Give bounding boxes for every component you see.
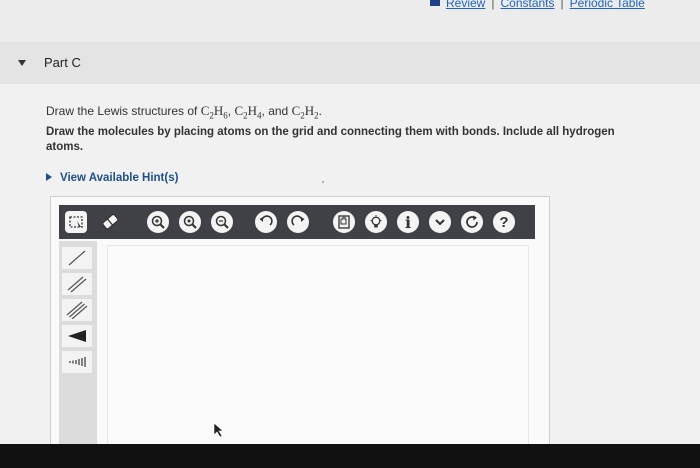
- collapse-caret-icon[interactable]: [18, 60, 26, 66]
- constants-link[interactable]: Constants: [500, 0, 554, 10]
- undo-icon[interactable]: [255, 211, 277, 233]
- view-hints-link[interactable]: View Available Hint(s): [46, 172, 178, 184]
- bond-tools-panel: [59, 241, 97, 445]
- review-icon: [430, 0, 440, 6]
- zoom-out-icon[interactable]: [211, 211, 233, 233]
- drawing-editor: i ?: [50, 196, 550, 450]
- reset-icon[interactable]: [461, 211, 483, 233]
- help-icon[interactable]: ?: [493, 211, 515, 233]
- mouse-cursor-icon: [213, 422, 224, 438]
- part-header[interactable]: Part C: [0, 42, 700, 84]
- hash-bond-icon[interactable]: [62, 351, 92, 373]
- link-separator: |: [491, 0, 495, 10]
- redo-icon[interactable]: [287, 211, 309, 233]
- stray-dot: [322, 181, 324, 183]
- periodic-table-link[interactable]: Periodic Table: [570, 0, 645, 10]
- instruction-text: Draw the molecules by placing atoms on t…: [46, 126, 615, 153]
- triple-bond-icon[interactable]: [62, 299, 92, 321]
- editor-toolbar: i ?: [59, 205, 535, 239]
- eraser-icon[interactable]: [99, 211, 121, 233]
- zoom-in-icon[interactable]: [147, 211, 169, 233]
- part-title: Part C: [44, 55, 81, 70]
- info-icon[interactable]: i: [397, 211, 419, 233]
- link-separator: |: [560, 0, 564, 10]
- formula-ethene: C2H4: [234, 103, 262, 121]
- double-bond-icon[interactable]: [62, 273, 92, 295]
- template-icon[interactable]: [333, 211, 355, 233]
- formula-ethyne: C2H2: [291, 103, 319, 121]
- expand-icon[interactable]: [429, 211, 451, 233]
- selection-icon[interactable]: [65, 211, 87, 233]
- question-prompt: Draw the Lewis structures of C2H6, C2H4,…: [46, 103, 322, 121]
- wedge-bond-icon[interactable]: [62, 325, 92, 347]
- lightbulb-icon[interactable]: [365, 211, 387, 233]
- zoom-fit-icon[interactable]: [179, 211, 201, 233]
- single-bond-icon[interactable]: [62, 247, 92, 269]
- top-links: Review | Constants | Periodic Table: [430, 0, 645, 10]
- drawing-canvas[interactable]: [107, 245, 529, 447]
- question-content: Draw the Lewis structures of C2H6, C2H4,…: [0, 84, 700, 450]
- review-link[interactable]: Review: [446, 0, 485, 10]
- prompt-text: Draw the Lewis structures of: [46, 104, 201, 118]
- bottom-bar: [0, 444, 700, 468]
- expand-triangle-icon: [46, 173, 52, 181]
- formula-ethane: C2H6: [200, 103, 228, 121]
